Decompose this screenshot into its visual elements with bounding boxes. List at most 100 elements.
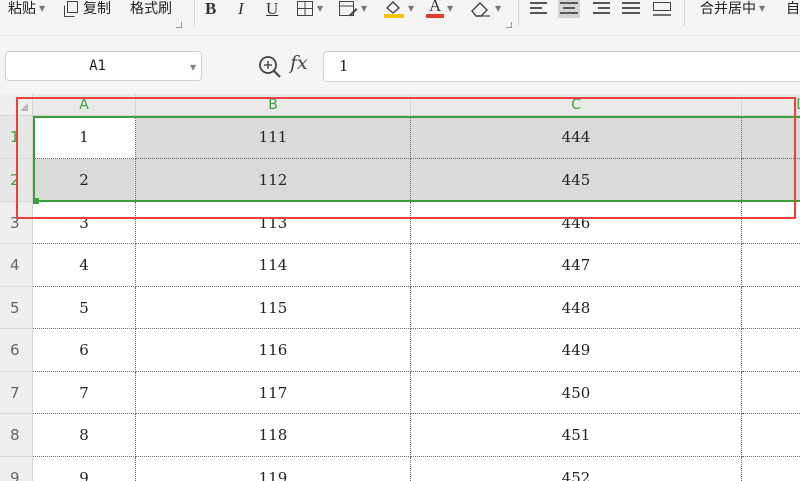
chevron-down-icon: ▼	[361, 4, 368, 13]
row-header-9[interactable]: 9	[0, 457, 33, 481]
cell-a8[interactable]: 8	[33, 414, 136, 457]
copy-button[interactable]: 复制	[63, 0, 111, 18]
distributed-align-icon	[653, 2, 671, 16]
cell-b4[interactable]: 114	[136, 244, 411, 287]
row-header-7[interactable]: 7	[0, 372, 33, 414]
cell-a6[interactable]: 6	[33, 329, 136, 372]
row-header-1[interactable]: 1	[0, 116, 33, 159]
cell-d1[interactable]	[742, 116, 800, 159]
insert-function-button[interactable]: fx	[290, 52, 308, 74]
ribbon-toolbar: 粘贴 ▼ 复制 格式刷 B I U ▼ ▼ ▼ A ▼ ▼ 合并居中 ▼ 自	[0, 0, 800, 36]
cell-b9[interactable]: 119	[136, 457, 411, 481]
font-group-launcher-icon[interactable]	[506, 22, 512, 28]
italic-button[interactable]: I	[238, 0, 244, 18]
merge-center-label: 合并居中	[700, 1, 756, 17]
cell-style-button[interactable]: ▼	[338, 0, 367, 18]
font-color-swatch	[426, 14, 444, 18]
cell-b7[interactable]: 117	[136, 372, 411, 414]
cell-a4[interactable]: 4	[33, 244, 136, 287]
cell-c8[interactable]: 451	[411, 414, 742, 457]
cell-a5[interactable]: 5	[33, 287, 136, 329]
cell-d4[interactable]	[742, 244, 800, 287]
chevron-down-icon[interactable]: ▼	[190, 63, 196, 72]
table-style-icon	[339, 1, 358, 17]
cell-b8[interactable]: 118	[136, 414, 411, 457]
cell-d5[interactable]	[742, 287, 800, 329]
fill-color-button[interactable]: ▼	[383, 0, 414, 18]
zoom-search-icon[interactable]	[257, 54, 283, 80]
cell-d2[interactable]	[742, 159, 800, 202]
bold-label: B	[205, 0, 217, 18]
paste-button[interactable]: 粘贴 ▼	[8, 0, 45, 18]
cell-b6[interactable]: 116	[136, 329, 411, 372]
font-color-glyph: A	[429, 0, 442, 15]
cell-c7[interactable]: 450	[411, 372, 742, 414]
auto-wrap-label: 自	[786, 1, 800, 17]
clipboard-group-launcher-icon[interactable]	[176, 22, 182, 28]
row-header-3[interactable]: 3	[0, 202, 33, 244]
cell-a1[interactable]: 1	[33, 116, 136, 159]
merge-center-button[interactable]: 合并居中 ▼	[700, 0, 765, 18]
eraser-icon	[471, 2, 490, 17]
fill-color-swatch	[384, 14, 404, 18]
font-color-icon: A	[426, 0, 444, 18]
cell-d7[interactable]	[742, 372, 800, 414]
cell-c1[interactable]: 444	[411, 116, 742, 159]
cell-b3[interactable]: 113	[136, 202, 411, 244]
cell-c3[interactable]: 446	[411, 202, 742, 244]
chevron-down-icon: ▼	[317, 4, 324, 13]
cell-b2[interactable]: 112	[136, 159, 411, 202]
format-painter-button[interactable]: 格式刷	[130, 0, 172, 18]
row-header-6[interactable]: 6	[0, 329, 33, 372]
toolbar-divider	[518, 0, 519, 26]
name-box[interactable]: A1	[5, 51, 202, 81]
cell-d6[interactable]	[742, 329, 800, 372]
format-painter-label: 格式刷	[130, 1, 172, 17]
cell-a2[interactable]: 2	[33, 159, 136, 202]
justify-button[interactable]	[620, 0, 642, 18]
align-left-button[interactable]	[528, 0, 550, 18]
column-header-c[interactable]: C	[411, 94, 742, 116]
cell-c9[interactable]: 452	[411, 457, 742, 481]
column-header-d[interactable]: D	[742, 94, 800, 116]
spreadsheet-grid: ABCD 123456789 1111444211244531134464114…	[0, 94, 800, 481]
chevron-down-icon: ▼	[759, 4, 766, 13]
select-all-button[interactable]	[0, 94, 33, 116]
cell-d3[interactable]	[742, 202, 800, 244]
column-header-b[interactable]: B	[136, 94, 411, 116]
cell-d9[interactable]	[742, 457, 800, 481]
row-header-8[interactable]: 8	[0, 414, 33, 457]
cell-a3[interactable]: 3	[33, 202, 136, 244]
fill-handle[interactable]	[33, 198, 39, 204]
fx-label: fx	[290, 52, 308, 74]
toolbar-divider	[194, 0, 195, 26]
cell-c6[interactable]: 449	[411, 329, 742, 372]
underline-button[interactable]: U	[266, 0, 278, 18]
row-header-4[interactable]: 4	[0, 244, 33, 287]
cell-b1[interactable]: 111	[136, 116, 411, 159]
clear-button[interactable]: ▼	[470, 0, 501, 18]
toolbar-divider	[684, 0, 685, 26]
cell-b5[interactable]: 115	[136, 287, 411, 329]
row-header-5[interactable]: 5	[0, 287, 33, 329]
cell-a7[interactable]: 7	[33, 372, 136, 414]
cell-c4[interactable]: 447	[411, 244, 742, 287]
select-all-triangle-icon	[20, 103, 28, 111]
cell-reference: A1	[89, 58, 106, 74]
align-center-button[interactable]	[558, 0, 580, 18]
row-header-2[interactable]: 2	[0, 159, 33, 202]
cell-a9[interactable]: 9	[33, 457, 136, 481]
column-header-a[interactable]: A	[33, 94, 136, 116]
font-color-button[interactable]: A ▼	[426, 0, 453, 18]
distributed-align-button[interactable]	[651, 0, 673, 18]
auto-wrap-button[interactable]: 自	[786, 0, 800, 18]
cell-d8[interactable]	[742, 414, 800, 457]
chevron-down-icon: ▼	[495, 4, 502, 13]
borders-button[interactable]: ▼	[296, 0, 323, 18]
cell-c2[interactable]: 445	[411, 159, 742, 202]
formula-input[interactable]: 1	[323, 51, 800, 82]
bold-button[interactable]: B	[205, 0, 216, 18]
cell-c5[interactable]: 448	[411, 287, 742, 329]
paste-label: 粘贴	[8, 1, 36, 17]
align-right-button[interactable]	[590, 0, 612, 18]
